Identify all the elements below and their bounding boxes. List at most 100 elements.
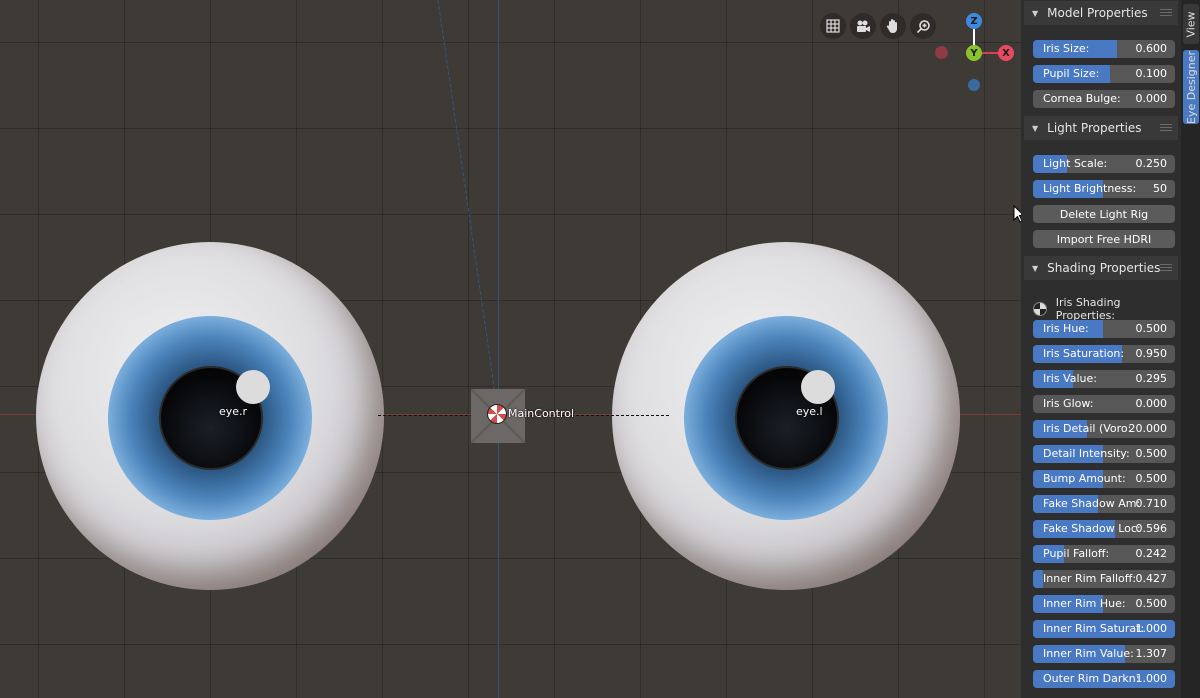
slider-label: Fake Shadow Loc:	[1043, 522, 1141, 535]
tab-label: View	[1184, 10, 1198, 38]
slider-label: Iris Value:	[1043, 372, 1097, 385]
iris-value-slider[interactable]: Iris Value: 0.295	[1033, 370, 1175, 388]
slider-label: Detail Intensity:	[1043, 447, 1130, 460]
slider-value: 0.950	[1135, 347, 1168, 360]
fake-shadow-loc-slider[interactable]: Fake Shadow Loc: 0.596	[1033, 520, 1175, 538]
slider-label: Iris Saturation:	[1043, 347, 1125, 360]
iris-hue-slider[interactable]: Iris Hue: 0.500	[1033, 320, 1175, 338]
gizmo-y-axis[interactable]: Y	[966, 45, 982, 61]
object-label-main-control: MainControl	[508, 407, 575, 420]
slider-label: Pupil Size:	[1043, 67, 1100, 80]
slider-value: 0.500	[1135, 322, 1168, 335]
slider-value: 1.000	[1135, 672, 1168, 685]
panel-header-light-properties[interactable]: ▼ Light Properties	[1024, 116, 1178, 140]
slider-fill	[1033, 570, 1043, 588]
inner-rim-value-slider[interactable]: Inner Rim Value: 1.307	[1033, 645, 1175, 663]
iris-detail-voro-slider[interactable]: Iris Detail (Voro: 20.000	[1033, 420, 1175, 438]
slider-value: 0.596	[1135, 522, 1168, 535]
tab-eye-designer[interactable]: Eye Designer	[1183, 50, 1199, 124]
slider-value: 1.000	[1135, 622, 1168, 635]
panel-title: Shading Properties	[1047, 261, 1161, 275]
slider-label: Pupil Falloff:	[1043, 547, 1110, 560]
slider-label: Bump Amount:	[1043, 472, 1126, 485]
slider-value: 0.000	[1135, 397, 1168, 410]
gizmo-x-axis[interactable]: X	[998, 45, 1014, 61]
cornea-bulge-slider[interactable]: Cornea Bulge: 0.000	[1033, 90, 1175, 108]
shading-ball-icon	[1033, 302, 1047, 316]
gizmo-neg-x-axis[interactable]	[935, 46, 948, 59]
relation-line-right	[378, 415, 473, 416]
slider-label: Iris Glow:	[1043, 397, 1094, 410]
pupil-falloff-slider[interactable]: Pupil Falloff: 0.242	[1033, 545, 1175, 563]
inner-rim-falloff-slider[interactable]: Inner Rim Falloff: 0.427	[1033, 570, 1175, 588]
slider-label: Fake Shadow Am:	[1043, 497, 1141, 510]
slider-label: Iris Hue:	[1043, 322, 1089, 335]
slider-value: 0.100	[1135, 67, 1168, 80]
outer-rim-darkn-slider[interactable]: Outer Rim Darkn: 1.000	[1033, 670, 1175, 688]
eyeball-left[interactable]	[612, 242, 960, 590]
iris-size-slider[interactable]: Iris Size: 0.600	[1033, 40, 1175, 58]
gizmo-neg-z-axis[interactable]	[968, 79, 980, 91]
iris-glow-slider[interactable]: Iris Glow: 0.000	[1033, 395, 1175, 413]
drag-grip-icon[interactable]	[1160, 9, 1172, 16]
zoom-icon[interactable]	[910, 13, 936, 39]
pupil-size-slider[interactable]: Pupil Size: 0.100	[1033, 65, 1175, 83]
slider-label: Iris Detail (Voro:	[1043, 422, 1132, 435]
light-scale-slider[interactable]: Light Scale: 0.250	[1033, 155, 1175, 173]
slider-label: Cornea Bulge:	[1043, 92, 1121, 105]
object-label-eye-r: eye.r	[219, 405, 248, 418]
panel-title: Light Properties	[1047, 121, 1142, 135]
camera-icon[interactable]	[850, 13, 876, 39]
slider-value: 0.500	[1135, 597, 1168, 610]
slider-label: Inner Rim Falloff:	[1043, 572, 1137, 585]
collapse-triangle-icon: ▼	[1032, 263, 1039, 273]
panel-title: Model Properties	[1047, 6, 1148, 20]
slider-label: Inner Rim Hue:	[1043, 597, 1126, 610]
slider-value: 0.250	[1135, 157, 1168, 170]
inner-rim-hue-slider[interactable]: Inner Rim Hue: 0.500	[1033, 595, 1175, 613]
slider-value: 20.000	[1128, 422, 1168, 435]
eyeball-right[interactable]	[36, 242, 384, 590]
mouse-cursor-icon	[1013, 205, 1021, 223]
drag-grip-icon[interactable]	[1160, 264, 1172, 271]
panel-header-model-properties[interactable]: ▼ Model Properties	[1024, 1, 1178, 25]
cornea-highlight-left	[801, 370, 835, 404]
gizmo-z-axis[interactable]: Z	[966, 13, 982, 29]
cornea-highlight-right	[236, 370, 270, 404]
detail-intensity-slider[interactable]: Detail Intensity: 0.500	[1033, 445, 1175, 463]
main-control-origin-icon[interactable]	[487, 404, 507, 424]
slider-label: Outer Rim Darkn:	[1043, 672, 1140, 685]
slider-value: 50	[1153, 182, 1167, 195]
slider-label: Inner Rim Value:	[1043, 647, 1134, 660]
slider-value: 0.295	[1135, 372, 1168, 385]
collapse-triangle-icon: ▼	[1032, 8, 1039, 18]
properties-sidebar: ▼ Model Properties Iris Size: 0.600 Pupil …	[1021, 0, 1181, 698]
bump-amount-slider[interactable]: Bump Amount: 0.500	[1033, 470, 1175, 488]
slider-label: Light Scale:	[1043, 157, 1108, 170]
drag-grip-icon[interactable]	[1160, 124, 1172, 131]
collapse-triangle-icon: ▼	[1032, 123, 1039, 133]
subheading-label: Iris Shading Properties:	[1055, 296, 1121, 322]
panel-header-shading-properties[interactable]: ▼ Shading Properties	[1024, 256, 1178, 280]
iris-shading-subheading: Iris Shading Properties:	[1033, 296, 1181, 322]
3d-viewport[interactable]: eye.r eye.l MainControl Z Y X	[0, 0, 1021, 698]
sidebar-tab-strip: View Eye Designer	[1181, 0, 1200, 698]
delete-light-rig-button[interactable]: Delete Light Rig	[1033, 205, 1175, 223]
object-label-eye-l: eye.l	[796, 405, 823, 418]
hand-icon[interactable]	[880, 13, 906, 39]
light-brightness-slider[interactable]: Light Brightness: 50	[1033, 180, 1175, 198]
slider-value: 0.427	[1135, 572, 1168, 585]
slider-value: 0.500	[1135, 472, 1168, 485]
iris-saturation-slider[interactable]: Iris Saturation: 0.950	[1033, 345, 1175, 363]
slider-value: 0.500	[1135, 447, 1168, 460]
slider-value: 1.307	[1135, 647, 1168, 660]
import-free-hdri-button[interactable]: Import Free HDRI	[1033, 230, 1175, 248]
slider-value: 0.000	[1135, 92, 1168, 105]
slider-label: Inner Rim Saturat:	[1043, 622, 1145, 635]
tab-view[interactable]: View	[1183, 4, 1199, 44]
inner-rim-saturat-slider[interactable]: Inner Rim Saturat: 1.000	[1033, 620, 1175, 638]
fake-shadow-am-slider[interactable]: Fake Shadow Am: 0.710	[1033, 495, 1175, 513]
grid-icon[interactable]	[820, 13, 846, 39]
slider-label: Light Brightness:	[1043, 182, 1137, 195]
tab-label: Eye Designer	[1184, 50, 1198, 124]
